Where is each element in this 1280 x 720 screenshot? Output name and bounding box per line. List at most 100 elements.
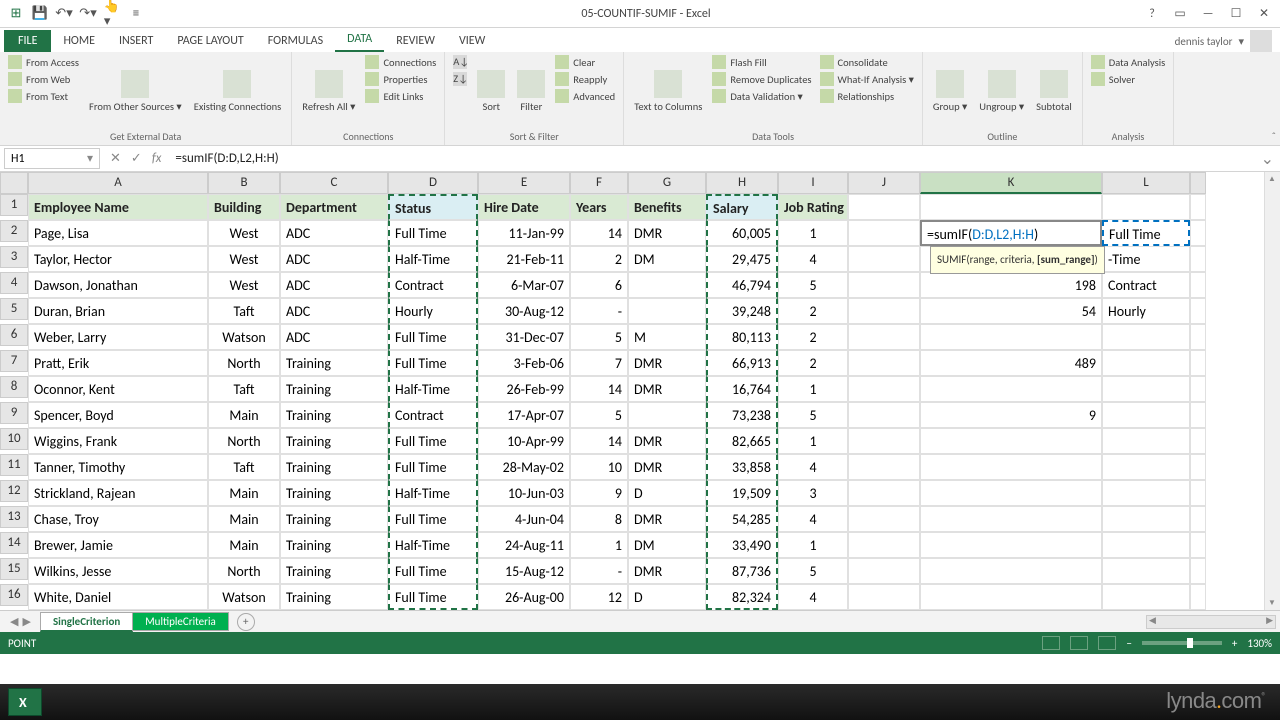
save-icon[interactable]: 💾	[32, 6, 48, 22]
cell[interactable]: 2	[778, 350, 848, 376]
consolidate-button[interactable]: Consolidate	[818, 54, 916, 70]
cell[interactable]: Taft	[208, 376, 280, 402]
close-icon[interactable]: ✕	[1252, 4, 1276, 24]
cell[interactable]	[1102, 454, 1190, 480]
cell[interactable]: Weber, Larry	[28, 324, 208, 350]
cell[interactable]: Taylor, Hector	[28, 246, 208, 272]
excel-taskbar-icon[interactable]	[8, 688, 42, 716]
cell[interactable]: DMR	[628, 454, 706, 480]
cell[interactable]	[848, 246, 920, 272]
row-header-3[interactable]: 3	[0, 246, 28, 268]
undo-icon[interactable]: ↶▾	[56, 6, 72, 22]
cell[interactable]: 6	[570, 272, 628, 298]
maximize-icon[interactable]: ☐	[1224, 4, 1248, 24]
cell[interactable]	[848, 298, 920, 324]
cell[interactable]: Duran, Brian	[28, 298, 208, 324]
cell[interactable]: Full Time	[388, 428, 478, 454]
cell[interactable]: 33,490	[706, 532, 778, 558]
cell[interactable]: 66,913	[706, 350, 778, 376]
tab-page-layout[interactable]: PAGE LAYOUT	[165, 30, 255, 52]
cell[interactable]: 3	[778, 480, 848, 506]
cell[interactable]: D	[628, 480, 706, 506]
cell[interactable]: 9	[570, 480, 628, 506]
cell[interactable]: West	[208, 272, 280, 298]
row-header-9[interactable]: 9	[0, 402, 28, 424]
cell[interactable]: Tanner, Timothy	[28, 454, 208, 480]
sheet-tab-single[interactable]: SingleCriterion	[40, 612, 133, 632]
cell[interactable]	[848, 402, 920, 428]
cell[interactable]	[920, 428, 1102, 454]
cell[interactable]	[920, 532, 1102, 558]
select-all-corner[interactable]	[0, 172, 28, 194]
cell[interactable]	[1102, 402, 1190, 428]
properties-button[interactable]: Properties	[363, 71, 438, 87]
cell[interactable]: Contract	[388, 402, 478, 428]
cell[interactable]: 28-May-02	[478, 454, 570, 480]
cell[interactable]: 30-Aug-12	[478, 298, 570, 324]
cell[interactable]: 82,665	[706, 428, 778, 454]
cell[interactable]: 80,113	[706, 324, 778, 350]
advanced-button[interactable]: Advanced	[553, 88, 617, 104]
cell[interactable]: M	[628, 324, 706, 350]
flash-fill-button[interactable]: Flash Fill	[710, 54, 813, 70]
cell[interactable]: 16,764	[706, 376, 778, 402]
cell[interactable]: North	[208, 350, 280, 376]
cell[interactable]: 26-Aug-00	[478, 584, 570, 610]
cell[interactable]	[920, 506, 1102, 532]
cell[interactable]: White, Daniel	[28, 584, 208, 610]
cell[interactable]: DMR	[628, 428, 706, 454]
cell[interactable]: Watson	[208, 584, 280, 610]
cell[interactable]: Full Time	[388, 506, 478, 532]
cell[interactable]: 4	[778, 584, 848, 610]
what-if-button[interactable]: What-If Analysis ▾	[818, 71, 916, 87]
tab-review[interactable]: REVIEW	[384, 30, 447, 52]
cell[interactable]	[848, 350, 920, 376]
row-header-12[interactable]: 12	[0, 480, 28, 502]
reapply-button[interactable]: Reapply	[553, 71, 617, 87]
cell[interactable]: West	[208, 246, 280, 272]
page-break-view-icon[interactable]	[1098, 636, 1116, 650]
column-header-D[interactable]: D	[388, 172, 478, 194]
cell[interactable]: 8	[570, 506, 628, 532]
redo-icon[interactable]: ↷▾	[80, 6, 96, 22]
cell[interactable]: 31-Dec-07	[478, 324, 570, 350]
cell[interactable]: 15-Aug-12	[478, 558, 570, 584]
column-header-A[interactable]: A	[28, 172, 208, 194]
relationships-button[interactable]: Relationships	[818, 88, 916, 104]
column-header-J[interactable]: J	[848, 172, 920, 194]
cell[interactable]: 10-Jun-03	[478, 480, 570, 506]
cell[interactable]: DM	[628, 532, 706, 558]
cell[interactable]: Main	[208, 480, 280, 506]
cell[interactable]: DMR	[628, 506, 706, 532]
cell[interactable]: Pratt, Erik	[28, 350, 208, 376]
sort-button[interactable]: Sort	[473, 54, 509, 128]
cell[interactable]: Full Time	[388, 220, 478, 246]
normal-view-icon[interactable]	[1042, 636, 1060, 650]
cell[interactable]: DM	[628, 246, 706, 272]
collapse-ribbon-icon[interactable]: ˆ	[1272, 130, 1276, 143]
cell-l1[interactable]	[1102, 194, 1190, 220]
sheet-nav-next-icon[interactable]: ▶	[22, 615, 30, 628]
cell-k1[interactable]	[920, 194, 1102, 220]
cell[interactable]: Hourly	[388, 298, 478, 324]
column-header-G[interactable]: G	[628, 172, 706, 194]
cell[interactable]	[848, 376, 920, 402]
cell[interactable]: 82,324	[706, 584, 778, 610]
row-header-8[interactable]: 8	[0, 376, 28, 398]
cell[interactable]: Training	[280, 350, 388, 376]
tab-home[interactable]: HOME	[51, 30, 107, 52]
cell[interactable]: ADC	[280, 298, 388, 324]
cell[interactable]: 10-Apr-99	[478, 428, 570, 454]
cell[interactable]	[848, 220, 920, 246]
cell[interactable]: Dawson, Jonathan	[28, 272, 208, 298]
cell[interactable]: Main	[208, 402, 280, 428]
cell[interactable]	[1102, 506, 1190, 532]
data-analysis-button[interactable]: Data Analysis	[1089, 54, 1168, 70]
cell[interactable]: Hourly	[1102, 298, 1190, 324]
cell[interactable]	[920, 480, 1102, 506]
cell[interactable]: North	[208, 428, 280, 454]
row-header-15[interactable]: 15	[0, 558, 28, 580]
cell[interactable]: -	[570, 558, 628, 584]
column-header-K[interactable]: K	[920, 172, 1102, 194]
cell[interactable]: 33,858	[706, 454, 778, 480]
